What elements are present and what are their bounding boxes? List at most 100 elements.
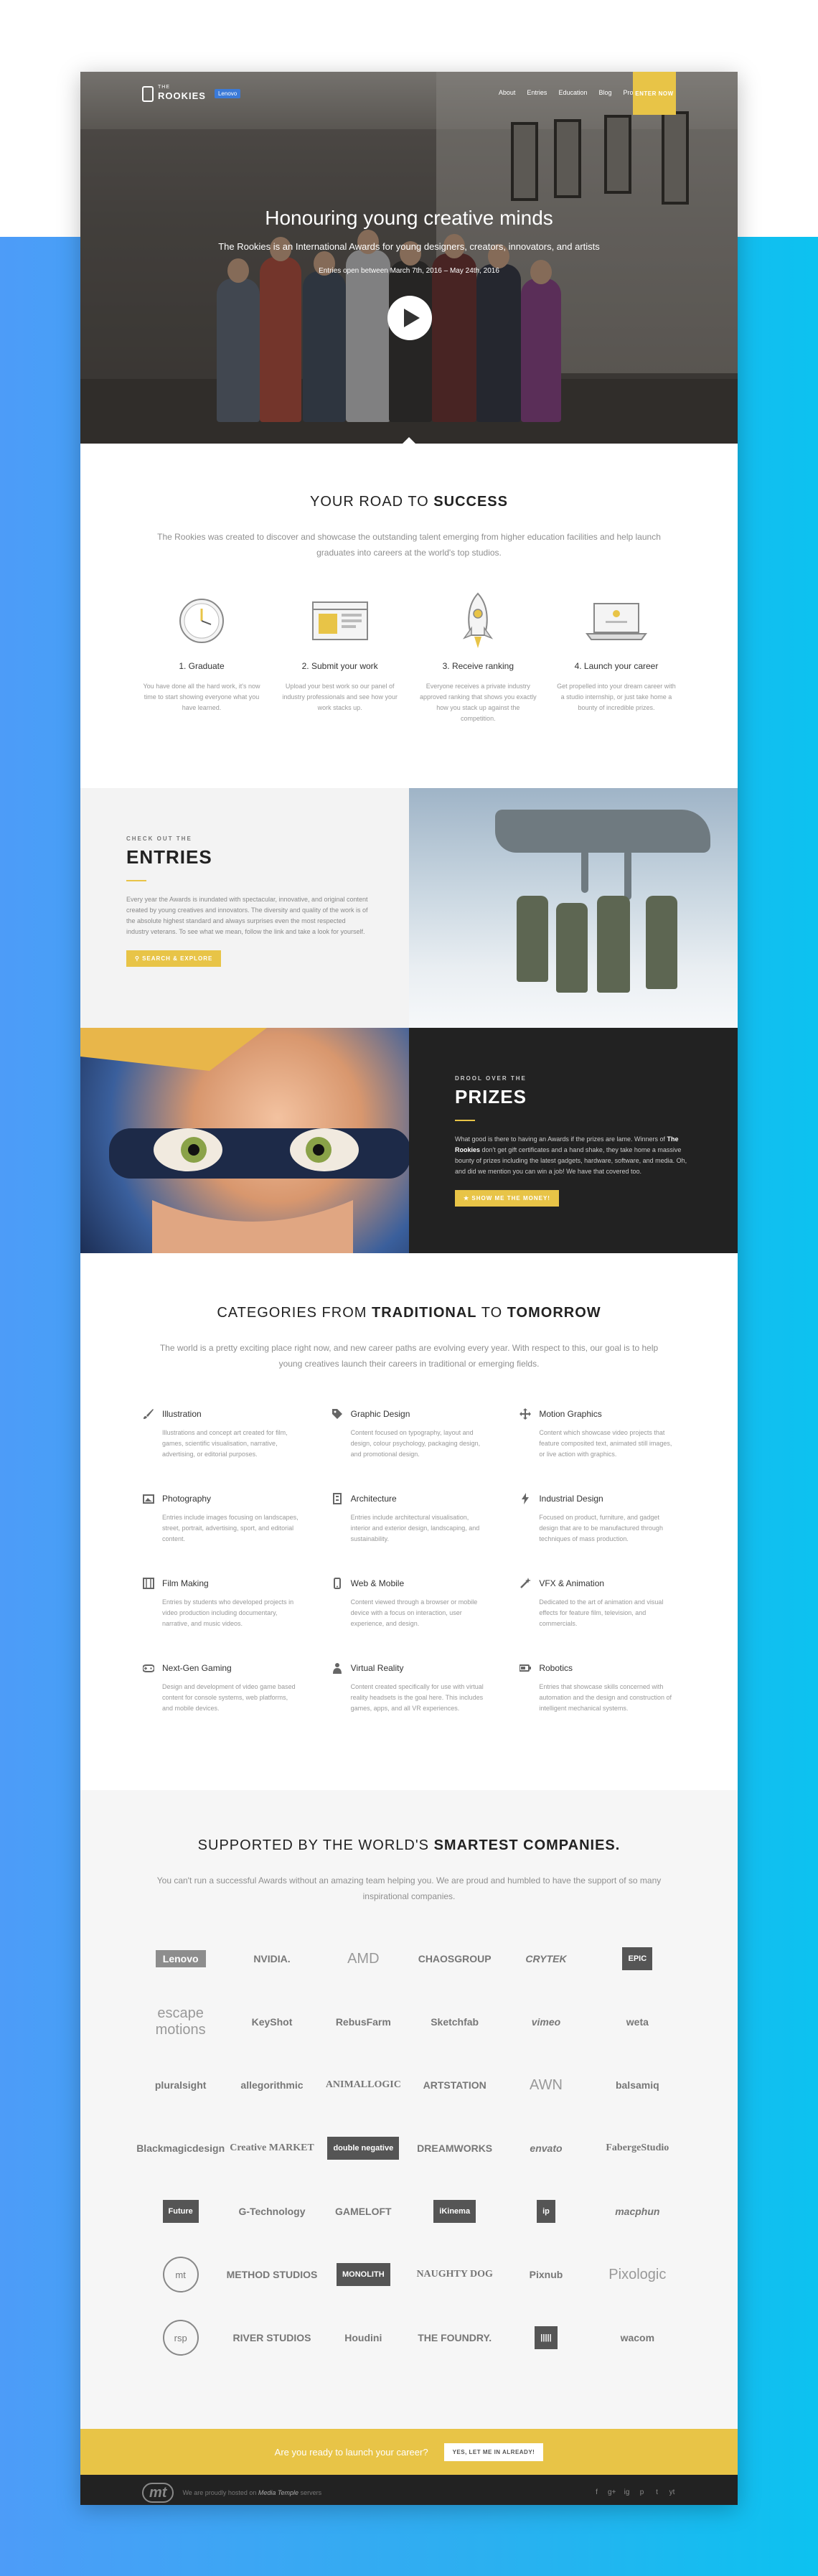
- sponsor-logo[interactable]: AWN: [500, 2064, 591, 2107]
- media-temple-link[interactable]: Media Temple: [258, 2489, 298, 2496]
- step-ranking: 3. Receive ranking Everyone receives a p…: [418, 592, 537, 724]
- sponsor-logo[interactable]: ip: [500, 2190, 591, 2233]
- nav-link-blog[interactable]: Blog: [598, 89, 611, 96]
- show-me-the-money-button[interactable]: ★ SHOW ME THE MONEY!: [455, 1190, 559, 1207]
- sponsor-logo[interactable]: vimeo: [500, 2000, 591, 2043]
- category-desc: Content which showcase video projects th…: [539, 1429, 672, 1458]
- sponsor-logo-text: GAMELOFT: [335, 2206, 392, 2217]
- sponsors-title-bold: SMARTEST COMPANIES.: [433, 1837, 621, 1853]
- sponsor-logo-text: MONOLITH: [336, 2263, 390, 2286]
- sponsor-logo[interactable]: G-Technology: [226, 2190, 317, 2233]
- category-item-architecture[interactable]: Architecture Entries include architectura…: [331, 1492, 488, 1555]
- sponsor-logo[interactable]: CHAOSGROUP: [409, 1937, 500, 1980]
- sponsor-logo[interactable]: METHOD STUDIOS: [226, 2253, 318, 2296]
- sponsor-logo[interactable]: RIVER STUDIOS: [226, 2316, 317, 2359]
- sponsor-logo-text: ANIMALLOGIC: [325, 2079, 401, 2090]
- sponsors-title-part: SUPPORTED BY THE WORLD'S: [197, 1837, 434, 1853]
- nav-link-about[interactable]: About: [499, 89, 516, 96]
- sponsor-logo[interactable]: balsamiq: [592, 2064, 683, 2107]
- sponsor-logo[interactable]: rsp: [135, 2316, 226, 2359]
- sponsor-logo[interactable]: mt: [135, 2253, 226, 2296]
- hero-section: THE ROOKIES Lenovo About Entries Educati…: [80, 72, 738, 444]
- sponsor-logo-text: CRYTEK: [525, 1953, 567, 1964]
- category-text: Virtual Reality Content created specifica…: [351, 1662, 488, 1725]
- pinterest-icon[interactable]: p: [638, 2488, 646, 2496]
- sponsor-logo[interactable]: pluralsight: [135, 2064, 226, 2107]
- sponsor-logo[interactable]: |||||: [500, 2316, 591, 2359]
- sponsor-logo[interactable]: Pixnub: [500, 2253, 591, 2296]
- move-icon: [519, 1408, 532, 1420]
- lenovo-badge: Lenovo: [214, 89, 241, 98]
- youtube-icon[interactable]: yt: [668, 2488, 676, 2496]
- film-icon: [142, 1577, 155, 1590]
- sponsor-logo[interactable]: Creative MARKET: [226, 2127, 317, 2170]
- sponsor-logo[interactable]: EPIC: [592, 1937, 683, 1980]
- sponsor-logo[interactable]: iKinema: [409, 2190, 500, 2233]
- sponsor-logo[interactable]: AMD: [318, 1937, 409, 1980]
- sponsor-logo[interactable]: DREAMWORKS: [409, 2127, 500, 2170]
- sponsor-logo[interactable]: KeyShot: [226, 2000, 317, 2043]
- sponsor-logo[interactable]: Lenovo: [135, 1937, 226, 1980]
- sponsor-logo[interactable]: Future: [135, 2190, 226, 2233]
- category-title: Next-Gen Gaming: [162, 1663, 232, 1673]
- sponsor-logo-text: rsp: [162, 2320, 199, 2356]
- rocket-icon: [418, 592, 537, 650]
- category-item-photography[interactable]: Photography Entries include images focusi…: [142, 1492, 299, 1555]
- cta-text: Are you ready to launch your career?: [274, 2446, 428, 2458]
- sponsor-logo[interactable]: ARTSTATION: [409, 2064, 500, 2107]
- sponsor-logo[interactable]: GAMELOFT: [318, 2190, 409, 2233]
- sponsor-logo[interactable]: Houdini: [318, 2316, 409, 2359]
- sponsor-logo[interactable]: double negative: [318, 2127, 409, 2170]
- category-item-graphic-design[interactable]: Graphic Design Content focused on typogra…: [331, 1408, 488, 1471]
- sponsor-logo[interactable]: MONOLITH: [318, 2253, 409, 2296]
- sponsor-logo[interactable]: FabergeStudio: [592, 2127, 683, 2170]
- sponsor-logo[interactable]: ANIMALLOGIC: [318, 2064, 409, 2107]
- cta-button[interactable]: YES, LET ME IN ALREADY!: [443, 2442, 544, 2461]
- sponsor-logo-text: G-Technology: [238, 2206, 306, 2217]
- sponsor-logo[interactable]: weta: [592, 2000, 683, 2043]
- sponsor-logo[interactable]: THE FOUNDRY.: [409, 2316, 500, 2359]
- search-explore-button[interactable]: ⚲ SEARCH & EXPLORE: [126, 950, 222, 967]
- category-item-illustration[interactable]: Illustration Illustrations and concept ar…: [142, 1408, 299, 1471]
- gamepad-icon: [142, 1662, 155, 1675]
- category-item-film-making[interactable]: Film Making Entries by students who devel…: [142, 1577, 299, 1640]
- sponsor-logo[interactable]: Pixologic: [592, 2253, 683, 2296]
- sponsor-logo[interactable]: escape motions: [135, 2000, 226, 2043]
- sponsor-logo-text: mt: [162, 2257, 199, 2292]
- sponsor-logo-text: NVIDIA.: [253, 1953, 291, 1964]
- sponsor-logo[interactable]: macphun: [592, 2190, 683, 2233]
- sponsor-logo[interactable]: Blackmagicdesign: [135, 2127, 226, 2170]
- facebook-icon[interactable]: f: [593, 2488, 601, 2496]
- sponsor-logo[interactable]: Sketchfab: [409, 2000, 500, 2043]
- sponsor-logo[interactable]: envato: [500, 2127, 591, 2170]
- show-me-label: SHOW ME THE MONEY!: [471, 1195, 550, 1202]
- category-item-virtual-reality[interactable]: Virtual Reality Content created specifica…: [331, 1662, 488, 1725]
- twitter-icon[interactable]: t: [653, 2488, 661, 2496]
- entries-body: Every year the Awards is inundated with …: [126, 896, 368, 935]
- sponsor-logo[interactable]: allegorithmic: [226, 2064, 317, 2107]
- google-plus-icon[interactable]: g+: [608, 2488, 616, 2496]
- sponsor-logo[interactable]: CRYTEK: [500, 1937, 591, 1980]
- category-item-industrial-design[interactable]: Industrial Design Focused on product, fur…: [519, 1492, 676, 1555]
- nav-link-entries[interactable]: Entries: [527, 89, 547, 96]
- category-item-web-mobile[interactable]: Web & Mobile Content viewed through a bro…: [331, 1577, 488, 1640]
- sponsor-logo[interactable]: wacom: [592, 2316, 683, 2359]
- category-item-robotics[interactable]: Robotics Entries that showcase skills con…: [519, 1662, 676, 1725]
- sponsor-logo[interactable]: NAUGHTY DOG: [409, 2253, 500, 2296]
- road-to-success-section: YOUR ROAD TO SUCCESS The Rookies was cre…: [80, 444, 738, 788]
- category-desc: Entries include images focusing on lands…: [162, 1514, 298, 1542]
- nav-link-education[interactable]: Education: [558, 89, 587, 96]
- battery-icon: [519, 1662, 532, 1675]
- category-item-next-gen-gaming[interactable]: Next-Gen Gaming Design and development of…: [142, 1662, 299, 1725]
- sponsor-logo-text: EPIC: [622, 1947, 653, 1970]
- category-item-motion-graphics[interactable]: Motion Graphics Content which showcase vi…: [519, 1408, 676, 1471]
- rookies-logo[interactable]: THE ROOKIES Lenovo: [142, 85, 241, 103]
- play-video-button[interactable]: [387, 296, 432, 340]
- enter-now-button[interactable]: ENTER NOW: [633, 72, 676, 115]
- soldier-figure: [597, 896, 630, 993]
- sponsor-logo[interactable]: NVIDIA.: [226, 1937, 317, 1980]
- category-item-vfx-animation[interactable]: VFX & Animation Dedicated to the art of a…: [519, 1577, 676, 1640]
- media-temple-logo[interactable]: mt: [142, 2483, 174, 2503]
- sponsor-logo[interactable]: RebusFarm: [318, 2000, 409, 2043]
- instagram-icon[interactable]: ig: [623, 2488, 631, 2496]
